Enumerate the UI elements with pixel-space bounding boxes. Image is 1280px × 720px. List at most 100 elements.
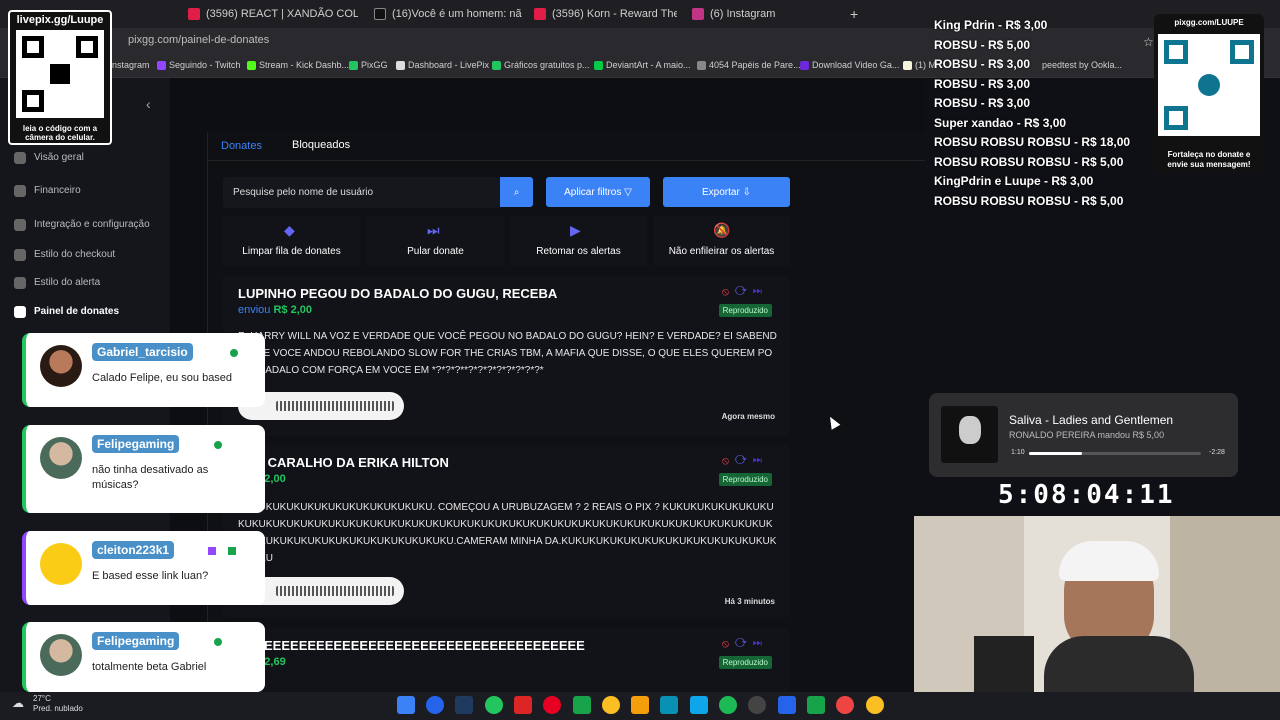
- qr-left-caption: leia o código com a câmera do celular.: [22, 124, 98, 142]
- skip-icon[interactable]: ⏭: [753, 638, 768, 650]
- app-icon[interactable]: [778, 696, 796, 714]
- donate-actions: ⦸⟳⏭: [722, 286, 768, 299]
- chat-message: Felipegaming não tinha desativado as mús…: [22, 425, 265, 513]
- resume-alerts-button[interactable]: ▶ Retomar os alertas: [510, 216, 647, 266]
- donate-title: LUPINHO PEGOU DO BADALO DO GUGU, RECEBA: [238, 286, 558, 301]
- status-badge: Reproduzido: [718, 473, 772, 486]
- url-field[interactable]: pixgg.com/painel-de-donates: [128, 34, 269, 46]
- verified-icon: [212, 439, 224, 451]
- collapse-sidebar-icon[interactable]: ‹: [146, 96, 151, 112]
- song-sender: RONALDO PEREIRA mandou R$ 5,00: [1009, 430, 1165, 440]
- donor-entry: ROBSU ROBSU ROBSU - R$ 18,00: [934, 135, 1131, 149]
- new-tab-button[interactable]: +: [850, 6, 858, 22]
- pinterest-icon[interactable]: [543, 696, 561, 714]
- chat-message: cleiton223k1 E based esse link luan?: [22, 531, 265, 605]
- app-icon[interactable]: [573, 696, 591, 714]
- bookmark-item[interactable]: PixGG: [349, 60, 388, 70]
- sidebar-item-visao-geral[interactable]: Visão geral: [14, 152, 84, 164]
- sidebar-item-painel-donates[interactable]: Painel de donates: [14, 306, 119, 318]
- bookmark-item[interactable]: Dashboard - LivePix: [396, 60, 489, 70]
- donate-card: LUPINHO PEGOU DO BADALO DO GUGU, RECEBA …: [223, 276, 790, 436]
- qr-code-image: [1158, 34, 1260, 136]
- bookmark-item[interactable]: Gráficos gratuitos p...: [492, 60, 590, 70]
- skip-icon: ⏭: [427, 222, 440, 238]
- xbox-icon[interactable]: [485, 696, 503, 714]
- bookmark-item[interactable]: Download Video Ga...: [800, 60, 899, 70]
- search-icon: ⌕: [513, 186, 520, 198]
- app-icon[interactable]: [836, 696, 854, 714]
- chat-username: Felipegaming: [92, 435, 180, 453]
- skip-icon[interactable]: ⏭: [753, 455, 768, 467]
- deviantart-icon: [594, 61, 603, 70]
- bookmark-item[interactable]: Stream - Kick Dashb...: [247, 60, 349, 70]
- donor-entry: Super xandao - R$ 3,00: [934, 115, 1067, 130]
- audio-waveform: [276, 401, 394, 411]
- bell-off-icon: 🔕: [713, 222, 731, 238]
- replay-icon[interactable]: ⟳: [735, 286, 753, 298]
- sidebar-item-integracao[interactable]: Integração e configuração: [14, 219, 150, 231]
- bookmark-item[interactable]: 4054 Papéis de Pare...: [697, 60, 801, 70]
- bookmark-item[interactable]: (1) M: [903, 60, 936, 70]
- microphone: [974, 636, 1034, 692]
- home-icon: [14, 152, 26, 164]
- capcut-icon[interactable]: [660, 696, 678, 714]
- skip-icon[interactable]: ⏭: [753, 286, 768, 298]
- edge-icon[interactable]: [426, 696, 444, 714]
- verified-icon: [212, 636, 224, 648]
- spotify-icon[interactable]: [719, 696, 737, 714]
- tab-instagram[interactable]: (6) Instagram: [690, 4, 835, 24]
- no-queue-alerts-button[interactable]: 🔕 Não enfileirar os alertas: [653, 216, 790, 266]
- search-button[interactable]: ⌕: [500, 177, 533, 207]
- skip-donate-button[interactable]: ⏭ Pular donate: [367, 216, 504, 266]
- search-placeholder: Pesquise pelo nome de usuário: [233, 187, 374, 198]
- chat-text: E based esse link luan?: [92, 570, 209, 582]
- avatar: [40, 437, 82, 479]
- progress-track: [1029, 452, 1201, 455]
- search-input[interactable]: Pesquise pelo nome de usuário: [223, 177, 500, 208]
- kick-icon: [247, 61, 256, 70]
- donor-entry: ROBSU - R$ 3,00: [934, 76, 1031, 91]
- replay-icon[interactable]: ⟳: [735, 638, 753, 650]
- sidebar-item-estilo-checkout[interactable]: Estilo do checkout: [14, 249, 115, 261]
- folder-icon[interactable]: [631, 696, 649, 714]
- bookmark-item[interactable]: DeviantArt - A maio...: [594, 60, 691, 70]
- donate-message: KUKUKUKUKUKUKUKUKUKUKUKUKUKU. COMEÇOU A …: [238, 502, 777, 564]
- tab-donates[interactable]: Donates: [221, 140, 262, 152]
- freepik-icon: [492, 61, 501, 70]
- app-icon[interactable]: [807, 696, 825, 714]
- avatar: [40, 634, 82, 676]
- sidebar-item-financeiro[interactable]: Financeiro: [14, 185, 81, 197]
- weather-temp: 27°C: [33, 694, 51, 703]
- steam-icon[interactable]: [455, 696, 473, 714]
- export-button[interactable]: Exportar ⇩: [663, 177, 790, 207]
- start-icon[interactable]: [397, 696, 415, 714]
- replay-icon[interactable]: ⟳: [735, 455, 753, 467]
- chat-message: Felipegaming totalmente beta Gabriel: [22, 622, 265, 692]
- livepix-icon: [396, 61, 405, 70]
- bookmark-item[interactable]: Seguindo - Twitch: [157, 60, 240, 70]
- tab-bloqueados[interactable]: Bloqueados: [292, 139, 350, 151]
- donate-amount: enviou R$ 2,00: [238, 304, 313, 316]
- qr-left-title: livepix.gg/Luupe: [16, 14, 104, 26]
- chat-message: Gabriel_tarcisio Calado Felipe, eu sou b…: [22, 333, 265, 407]
- chrome-icon[interactable]: [866, 696, 884, 714]
- tab-korn[interactable]: (3596) Korn - Reward The Scars: [532, 4, 677, 24]
- obs-icon[interactable]: [748, 696, 766, 714]
- block-icon[interactable]: ⦸: [722, 638, 735, 650]
- adobe-icon[interactable]: [514, 696, 532, 714]
- apply-filters-button[interactable]: Aplicar filtros ▽: [546, 177, 650, 207]
- donor-entry: KingPdrin e Luupe - R$ 3,00: [934, 174, 1094, 188]
- notes-icon[interactable]: [690, 696, 708, 714]
- sidebar-item-estilo-alerta[interactable]: Estilo do alerta: [14, 277, 100, 289]
- tab-react[interactable]: (3596) REACT | XANDÃO COLO: [186, 4, 358, 24]
- bookmark-star-icon[interactable]: ☆: [1143, 35, 1154, 49]
- donate-actions: ⦸⟳⏭: [722, 455, 768, 468]
- chat-text: Calado Felipe, eu sou based: [92, 372, 233, 384]
- chrome-icon[interactable]: [602, 696, 620, 714]
- donate-title: EI O CARALHO DA ERIKA HILTON: [238, 455, 449, 470]
- clear-queue-button[interactable]: ◆ Limpar fila de donates: [223, 216, 360, 266]
- block-icon[interactable]: ⦸: [722, 455, 735, 467]
- donate-time: Agora mesmo: [721, 412, 775, 421]
- block-icon[interactable]: ⦸: [722, 286, 735, 298]
- tab-tiktok[interactable]: (16)Você é um homem: não de: [372, 4, 522, 24]
